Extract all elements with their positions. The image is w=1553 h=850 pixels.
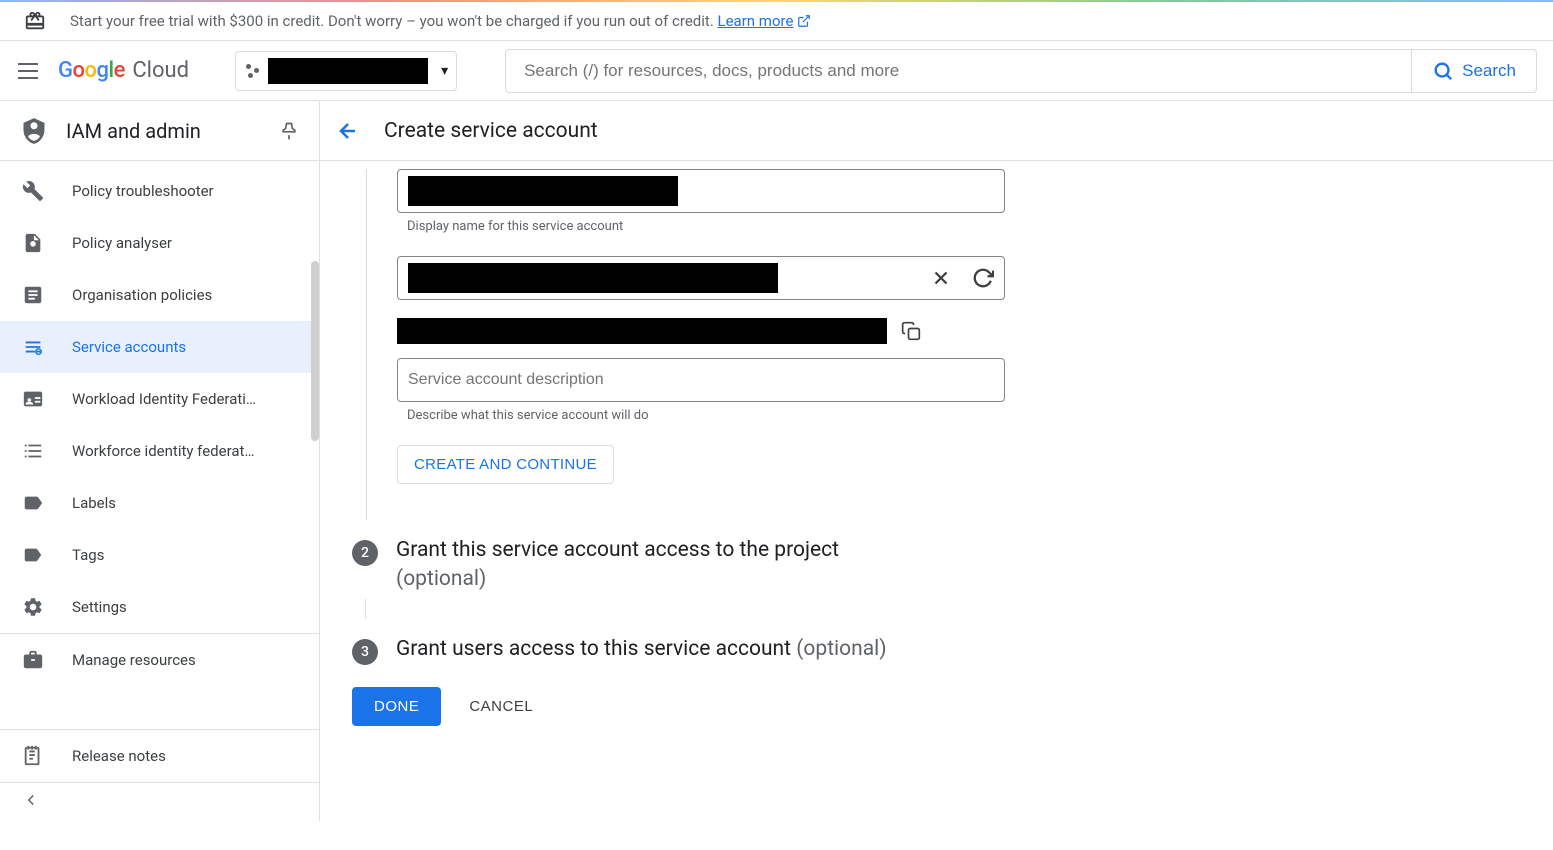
main-content: Create service account Display name for …: [320, 101, 1553, 821]
step-2-header[interactable]: 2 Grant this service account access to t…: [352, 536, 1553, 595]
redacted-project-name: [268, 58, 428, 84]
back-arrow-icon[interactable]: [336, 119, 360, 143]
step-2-title: Grant this service account access to the…: [396, 538, 839, 562]
chevron-left-icon: [22, 791, 44, 813]
pin-icon[interactable]: [279, 121, 299, 141]
sidebar-item-label: Organisation policies: [72, 286, 212, 304]
settings-icon: [22, 596, 44, 618]
sidebar-item-service-accounts[interactable]: Service accounts: [0, 321, 319, 373]
sidebar-item-org-policies[interactable]: Organisation policies: [0, 269, 319, 321]
close-icon[interactable]: [930, 267, 952, 289]
list-icon: [22, 440, 44, 462]
search-input[interactable]: [505, 49, 1411, 93]
search-button[interactable]: Search: [1411, 49, 1537, 93]
sidebar-item-label: Policy analyser: [72, 234, 172, 252]
sidebar-item-policy-analyser[interactable]: Policy analyser: [0, 217, 319, 269]
gift-icon: [24, 10, 46, 32]
redacted-account-id: [408, 263, 778, 293]
learn-more-link[interactable]: Learn more: [718, 12, 812, 30]
sidebar-item-label: Policy troubleshooter: [72, 182, 214, 200]
sidebar-item-label: Tags: [72, 546, 104, 564]
shield-icon: [20, 117, 48, 145]
chevron-down-icon: ▾: [441, 63, 448, 79]
step-badge-2: 2: [352, 540, 378, 566]
done-button[interactable]: DONE: [352, 687, 441, 726]
cancel-button[interactable]: CANCEL: [469, 698, 533, 715]
project-selector[interactable]: ▾: [235, 51, 457, 91]
helper-display-name: Display name for this service account: [407, 219, 1026, 234]
project-icon: [244, 62, 262, 80]
sidebar-item-tags[interactable]: Tags: [0, 529, 319, 581]
sidebar: IAM and admin Policy troubleshooter Poli…: [0, 101, 320, 821]
wrench-icon: [22, 180, 44, 202]
sidebar-item-settings[interactable]: Settings: [0, 581, 319, 633]
hamburger-menu-icon[interactable]: [16, 59, 40, 83]
main-header: Create service account: [320, 101, 1553, 161]
redacted-display-name: [408, 176, 678, 206]
sidebar-item-label: Release notes: [72, 747, 166, 765]
sidebar-item-workload-identity[interactable]: Workload Identity Federati…: [0, 373, 319, 425]
policy-icon: [22, 232, 44, 254]
page-title: Create service account: [384, 119, 598, 143]
sidebar-item-label: Labels: [72, 494, 116, 512]
sidebar-item-policy-troubleshooter[interactable]: Policy troubleshooter: [0, 165, 319, 217]
sidebar-item-label: Service accounts: [72, 338, 186, 356]
optional-label: (optional): [796, 637, 886, 661]
google-cloud-logo[interactable]: Google Cloud: [58, 58, 189, 83]
briefcase-icon: [22, 649, 44, 671]
header: Google Cloud ▾ Search: [0, 41, 1553, 101]
sidebar-collapse[interactable]: [0, 783, 319, 821]
step-badge-3: 3: [352, 639, 378, 665]
sidebar-item-release-notes[interactable]: Release notes: [0, 730, 319, 782]
refresh-icon[interactable]: [972, 267, 994, 289]
sidebar-item-label: Settings: [72, 598, 127, 616]
tag-icon: [22, 544, 44, 566]
trial-banner: Start your free trial with $300 in credi…: [0, 2, 1553, 41]
step-3-title: Grant users access to this service accou…: [396, 637, 791, 661]
badge-icon: [22, 388, 44, 410]
sidebar-item-labels[interactable]: Labels: [0, 477, 319, 529]
redacted-email: [397, 318, 887, 344]
sidebar-title: IAM and admin: [66, 119, 261, 143]
service-account-icon: [22, 336, 44, 358]
notes-icon: [22, 745, 44, 767]
description-input[interactable]: [397, 358, 1005, 402]
copy-icon[interactable]: [901, 321, 921, 341]
sidebar-item-label: Workforce identity federat…: [72, 442, 254, 460]
sidebar-item-label: Manage resources: [72, 651, 196, 669]
sidebar-item-workforce-identity[interactable]: Workforce identity federat…: [0, 425, 319, 477]
sidebar-item-manage-resources[interactable]: Manage resources: [0, 634, 319, 686]
optional-label: (optional): [396, 567, 486, 591]
sidebar-header: IAM and admin: [0, 101, 319, 161]
article-icon: [22, 284, 44, 306]
helper-description: Describe what this service account will …: [407, 408, 1026, 423]
step-3-header[interactable]: 3 Grant users access to this service acc…: [352, 635, 1553, 665]
trial-text: Start your free trial with $300 in credi…: [70, 12, 811, 30]
scrollbar-thumb[interactable]: [311, 261, 319, 441]
create-and-continue-button[interactable]: CREATE AND CONTINUE: [397, 445, 614, 484]
service-account-id-input[interactable]: [397, 256, 1005, 300]
label-icon: [22, 492, 44, 514]
display-name-input[interactable]: [397, 169, 1005, 213]
sidebar-item-label: Workload Identity Federati…: [72, 390, 256, 408]
